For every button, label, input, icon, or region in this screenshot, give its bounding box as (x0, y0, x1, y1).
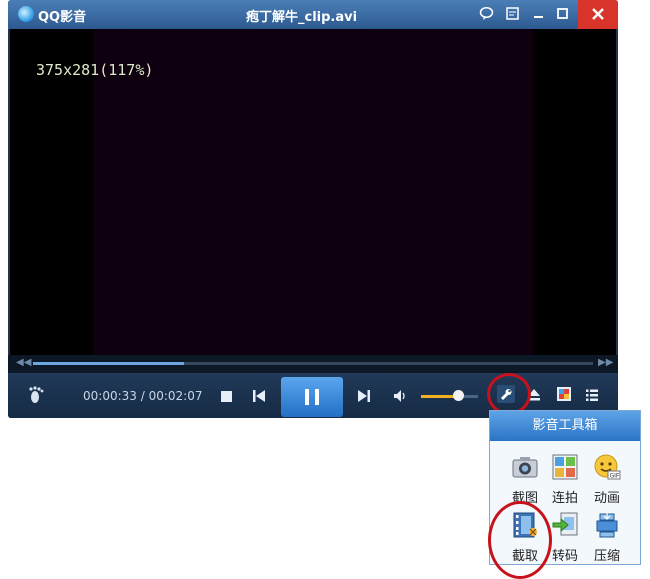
time-display: 00:00:33 / 00:02:07 (83, 389, 203, 403)
previous-icon[interactable] (252, 388, 266, 407)
convert-icon (551, 511, 579, 539)
maximize-icon[interactable] (554, 6, 571, 23)
clip-tool-highlight (488, 501, 552, 579)
tool-burst-shot[interactable]: 连拍 (542, 453, 588, 506)
footprint-icon[interactable] (28, 385, 46, 409)
tool-animation[interactable]: GIF 动画 (584, 453, 630, 506)
volume-slider-handle[interactable] (453, 390, 464, 401)
seek-bar[interactable]: ◀◀ ▶▶ (8, 355, 618, 373)
video-size-osd: 375x281(117%) (36, 61, 154, 79)
minimize-icon[interactable] (530, 6, 547, 23)
svg-text:GIF: GIF (610, 473, 620, 480)
camera-icon (511, 453, 539, 481)
pause-icon (305, 389, 309, 405)
video-area[interactable]: 375x281(117%) (10, 29, 616, 355)
toolbox-title: 影音工具箱 (490, 411, 640, 441)
menu-list-icon[interactable] (585, 387, 599, 406)
chat-icon[interactable] (478, 6, 495, 23)
app-name: QQ影音 (38, 10, 87, 25)
window-title: 疱丁解牛_clip.avi (246, 10, 358, 25)
next-icon[interactable] (357, 388, 371, 407)
player-window: QQ影音 疱丁解牛_clip.avi 375x281(117%) ◀◀ ▶▶ 0… (8, 0, 618, 418)
tool-label: 动画 (593, 491, 620, 506)
stop-icon[interactable] (220, 388, 233, 407)
skin-icon[interactable] (556, 386, 572, 406)
gif-smiley-icon: GIF (593, 453, 621, 481)
toolbox-button-highlight (487, 373, 531, 415)
qq-player-logo-icon (18, 6, 34, 22)
tool-compress[interactable]: 压缩 (584, 511, 630, 564)
title-bar[interactable]: QQ影音 疱丁解牛_clip.avi (8, 0, 618, 29)
pause-button[interactable] (281, 377, 343, 417)
video-frame (93, 29, 533, 355)
playlist-window-icon[interactable] (504, 6, 521, 23)
volume-icon[interactable] (393, 388, 409, 407)
rewind-arrow-icon[interactable]: ◀◀ (16, 357, 31, 368)
tool-label: 连拍 (551, 491, 578, 506)
forward-arrow-icon[interactable]: ▶▶ (598, 357, 613, 368)
compress-icon (593, 511, 621, 539)
tool-label: 压缩 (593, 549, 620, 564)
close-button[interactable] (578, 0, 618, 29)
seek-progress (33, 362, 184, 365)
grid-icon (551, 453, 579, 481)
